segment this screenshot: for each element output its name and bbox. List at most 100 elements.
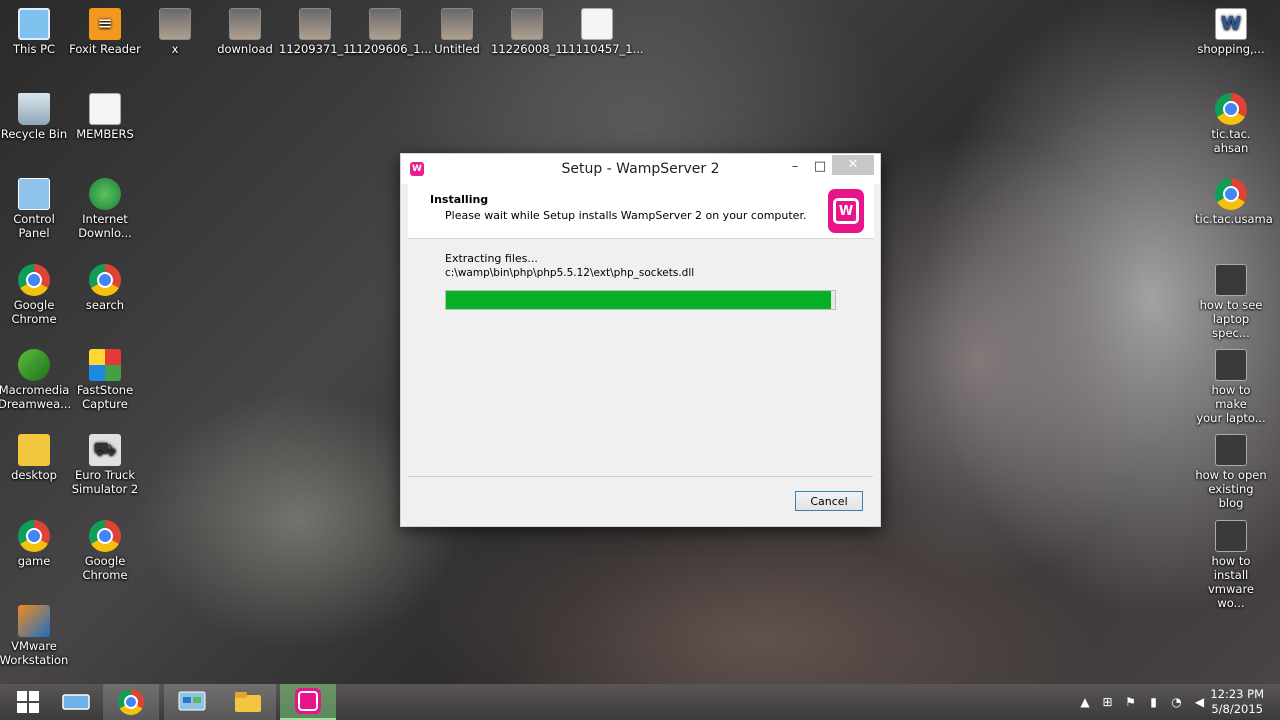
system-tray: ▲ ⊞ ⚑ ▮ ◔ ◀ bbox=[1074, 684, 1211, 720]
desktop-shortcut[interactable]: search bbox=[69, 264, 141, 312]
desktop-shortcut[interactable]: This PC bbox=[0, 8, 70, 56]
desktop-shortcut[interactable]: Google Chrome bbox=[69, 520, 141, 582]
dialog-titlebar[interactable]: W Setup - WampServer 2 – □ ✕ bbox=[401, 154, 880, 184]
desktop-shortcut[interactable]: VMware Workstation bbox=[0, 605, 70, 667]
desktop-shortcut-label: how to see laptop spec... bbox=[1199, 298, 1263, 340]
desktop-shortcut[interactable]: Untitled bbox=[421, 8, 493, 56]
taskbar-chrome[interactable] bbox=[103, 684, 159, 720]
desktop-shortcut-label: download bbox=[217, 42, 273, 56]
desktop-shortcut[interactable]: Internet Downlo... bbox=[69, 178, 141, 240]
wampserver-logo-letter: W bbox=[833, 198, 859, 224]
desktop-shortcut[interactable]: game bbox=[0, 520, 70, 568]
vmware-icon bbox=[18, 605, 50, 637]
desktop-shortcut[interactable]: FastStone Capture bbox=[69, 349, 141, 411]
word-document-icon: W bbox=[1215, 8, 1247, 40]
taskbar-file-explorer[interactable] bbox=[220, 684, 276, 720]
battery-icon[interactable]: ▮ bbox=[1142, 695, 1165, 709]
photo-icon bbox=[299, 8, 331, 40]
chrome-icon bbox=[18, 520, 50, 552]
minimize-button[interactable]: – bbox=[782, 156, 808, 178]
taskbar-wampserver[interactable] bbox=[280, 684, 336, 720]
clock-time: 12:23 PM bbox=[1210, 687, 1264, 701]
flag-icon[interactable]: ⚑ bbox=[1119, 695, 1142, 709]
desktop-shortcut[interactable]: Control Panel bbox=[0, 178, 70, 240]
windows-start-icon bbox=[17, 691, 39, 713]
taskbar-network-share[interactable] bbox=[48, 684, 104, 720]
desktop-shortcut-label: how to make your lapto... bbox=[1196, 383, 1266, 425]
desktop-shortcut-label: Google Chrome bbox=[82, 554, 128, 582]
volume-icon[interactable]: ◀ bbox=[1188, 695, 1211, 709]
desktop-shortcut-label: desktop bbox=[11, 468, 57, 482]
desktop-shortcut[interactable]: desktop bbox=[0, 434, 70, 482]
desktop-shortcut-label: x bbox=[171, 42, 179, 56]
desktop-shortcut[interactable]: ⛟ Euro Truck Simulator 2 bbox=[69, 434, 141, 496]
folder-icon bbox=[18, 434, 50, 466]
desktop-shortcut[interactable]: ≡ Foxit Reader bbox=[69, 8, 141, 56]
desktop-shortcut-label: 11110457_1... bbox=[561, 42, 644, 56]
maximize-button[interactable]: □ bbox=[807, 156, 833, 178]
desktop-shortcut[interactable]: how to install vmware wo... bbox=[1195, 520, 1267, 610]
photo-icon bbox=[441, 8, 473, 40]
desktop-shortcut-label: 11226008_1... bbox=[491, 42, 574, 56]
taskbar-clock[interactable]: 12:23 PM 5/8/2015 bbox=[1210, 687, 1264, 717]
desktop-shortcut-label: Macromedia Dreamwea... bbox=[0, 383, 72, 411]
install-progress-fill bbox=[446, 291, 832, 309]
desktop-shortcut[interactable]: download bbox=[209, 8, 281, 56]
chrome-icon bbox=[1215, 178, 1247, 210]
desktop-shortcut-label: game bbox=[17, 554, 51, 568]
chevron-up-icon[interactable]: ▲ bbox=[1074, 695, 1096, 709]
desktop-shortcut-label: Google Chrome bbox=[11, 298, 57, 326]
desktop-shortcut-label: tic.tac. ahsan bbox=[1211, 127, 1251, 155]
desktop-shortcut[interactable]: how to make your lapto... bbox=[1195, 349, 1267, 425]
chrome-icon bbox=[89, 264, 121, 296]
desktop-shortcut[interactable]: Recycle Bin bbox=[0, 93, 70, 141]
recycle-bin-icon bbox=[18, 93, 50, 125]
desktop-shortcut-label: This PC bbox=[12, 42, 56, 56]
document-icon bbox=[581, 8, 613, 40]
taskbar: ▲ ⊞ ⚑ ▮ ◔ ◀ 12:23 PM 5/8/2015 bbox=[0, 684, 1280, 720]
desktop-shortcut[interactable]: how to open existing blog bbox=[1195, 434, 1267, 510]
desktop-shortcut[interactable]: MEMBERS bbox=[69, 93, 141, 141]
pdf-reader-icon: ≡ bbox=[89, 8, 121, 40]
photo-icon bbox=[369, 8, 401, 40]
globe-icon bbox=[89, 178, 121, 210]
desktop-shortcut[interactable]: Macromedia Dreamwea... bbox=[0, 349, 72, 411]
desktop-shortcut-label: FastStone Capture bbox=[76, 383, 134, 411]
desktop-shortcut-label: how to open existing blog bbox=[1195, 468, 1267, 510]
chrome-icon bbox=[118, 689, 144, 715]
truck-icon: ⛟ bbox=[89, 434, 121, 466]
desktop-shortcut[interactable]: how to see laptop spec... bbox=[1195, 264, 1267, 340]
close-button[interactable]: ✕ bbox=[832, 155, 874, 175]
desktop-shortcut[interactable]: Google Chrome bbox=[0, 264, 70, 326]
file-explorer-icon bbox=[235, 692, 261, 712]
desktop-shortcut[interactable]: tic.tac.usama bbox=[1195, 178, 1273, 226]
cancel-button[interactable]: Cancel bbox=[795, 491, 863, 511]
photo-icon bbox=[159, 8, 191, 40]
chrome-icon bbox=[1215, 93, 1247, 125]
wifi-icon[interactable]: ◔ bbox=[1165, 695, 1188, 709]
video-icon bbox=[1215, 520, 1247, 552]
desktop-shortcut-label: 11209371_1... bbox=[279, 42, 362, 56]
desktop-shortcut[interactable]: tic.tac. ahsan bbox=[1195, 93, 1267, 155]
desktop-shortcut[interactable]: 11110457_1... bbox=[561, 8, 644, 56]
footer-divider bbox=[408, 476, 873, 477]
desktop-shortcut[interactable]: Wshopping,... bbox=[1195, 8, 1267, 56]
desktop-shortcut[interactable]: 11226008_1... bbox=[491, 8, 574, 56]
network-icon[interactable]: ⊞ bbox=[1096, 695, 1119, 709]
status-text: Extracting files... bbox=[445, 252, 538, 265]
dialog-header: Installing Please wait while Setup insta… bbox=[408, 184, 874, 239]
header-title: Installing bbox=[430, 193, 489, 206]
photo-icon bbox=[511, 8, 543, 40]
desktop-shortcut-label: search bbox=[85, 298, 125, 312]
control-panel-icon bbox=[178, 691, 206, 711]
desktop-shortcut-label: Control Panel bbox=[13, 212, 55, 240]
desktop-shortcut[interactable]: x bbox=[139, 8, 211, 56]
desktop-shortcut[interactable]: 11209371_1... bbox=[279, 8, 362, 56]
desktop-shortcut-label: VMware Workstation bbox=[0, 639, 69, 667]
desktop-shortcut-label: MEMBERS bbox=[76, 127, 134, 141]
header-subtitle: Please wait while Setup installs WampSer… bbox=[445, 209, 807, 222]
video-icon bbox=[1215, 349, 1247, 381]
install-progress-bar bbox=[445, 290, 836, 310]
desktop-shortcut[interactable]: 11209606_1... bbox=[349, 8, 432, 56]
taskbar-control-panel[interactable] bbox=[164, 684, 220, 720]
